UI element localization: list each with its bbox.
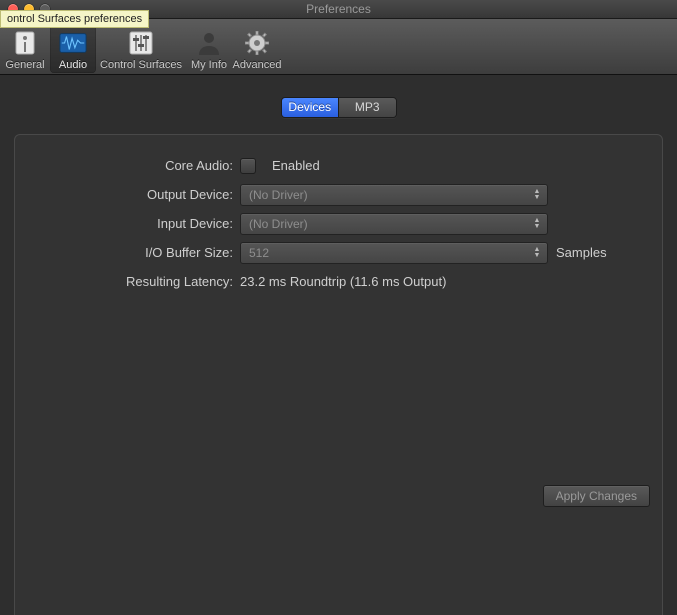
latency-value: 23.2 ms Roundtrip (11.6 ms Output): [240, 274, 446, 289]
output-device-select[interactable]: (No Driver) ▲▼: [240, 184, 548, 206]
audio-icon: [59, 29, 87, 57]
buffer-size-value: 512: [249, 246, 269, 260]
buffer-size-select[interactable]: 512 ▲▼: [240, 242, 548, 264]
chevron-up-down-icon: ▲▼: [530, 216, 544, 232]
sub-tabs: Devices MP3: [281, 97, 397, 118]
general-icon: [11, 29, 39, 57]
apply-changes-button[interactable]: Apply Changes: [543, 485, 650, 507]
latency-label: Resulting Latency:: [15, 274, 240, 289]
chevron-up-down-icon: ▲▼: [530, 245, 544, 261]
input-device-select[interactable]: (No Driver) ▲▼: [240, 213, 548, 235]
output-device-value: (No Driver): [249, 188, 308, 202]
tab-my-info-label: My Info: [191, 59, 227, 71]
subtab-devices[interactable]: Devices: [282, 98, 339, 117]
subtab-mp3[interactable]: MP3: [338, 98, 396, 117]
input-device-value: (No Driver): [249, 217, 308, 231]
audio-devices-panel: Core Audio: Enabled Output Device: (No D…: [14, 134, 663, 615]
gear-icon: [243, 29, 271, 57]
input-device-label: Input Device:: [15, 216, 240, 231]
core-audio-label: Core Audio:: [15, 158, 240, 173]
tab-advanced-label: Advanced: [233, 59, 282, 71]
sliders-icon: [127, 29, 155, 57]
buffer-unit: Samples: [556, 245, 607, 260]
enabled-label: Enabled: [272, 158, 320, 173]
tab-audio-label: Audio: [59, 59, 87, 71]
tooltip: ontrol Surfaces preferences: [0, 10, 149, 28]
tab-general-label: General: [5, 59, 44, 71]
output-device-label: Output Device:: [15, 187, 240, 202]
tab-control-surfaces-label: Control Surfaces: [100, 59, 182, 71]
content-area: Devices MP3 Core Audio: Enabled Output D…: [0, 75, 677, 615]
tab-advanced[interactable]: Advanced: [234, 19, 280, 73]
person-icon: [195, 29, 223, 57]
chevron-up-down-icon: ▲▼: [530, 187, 544, 203]
buffer-size-label: I/O Buffer Size:: [15, 245, 240, 260]
tab-my-info[interactable]: My Info: [186, 19, 232, 73]
core-audio-checkbox[interactable]: [240, 158, 256, 174]
